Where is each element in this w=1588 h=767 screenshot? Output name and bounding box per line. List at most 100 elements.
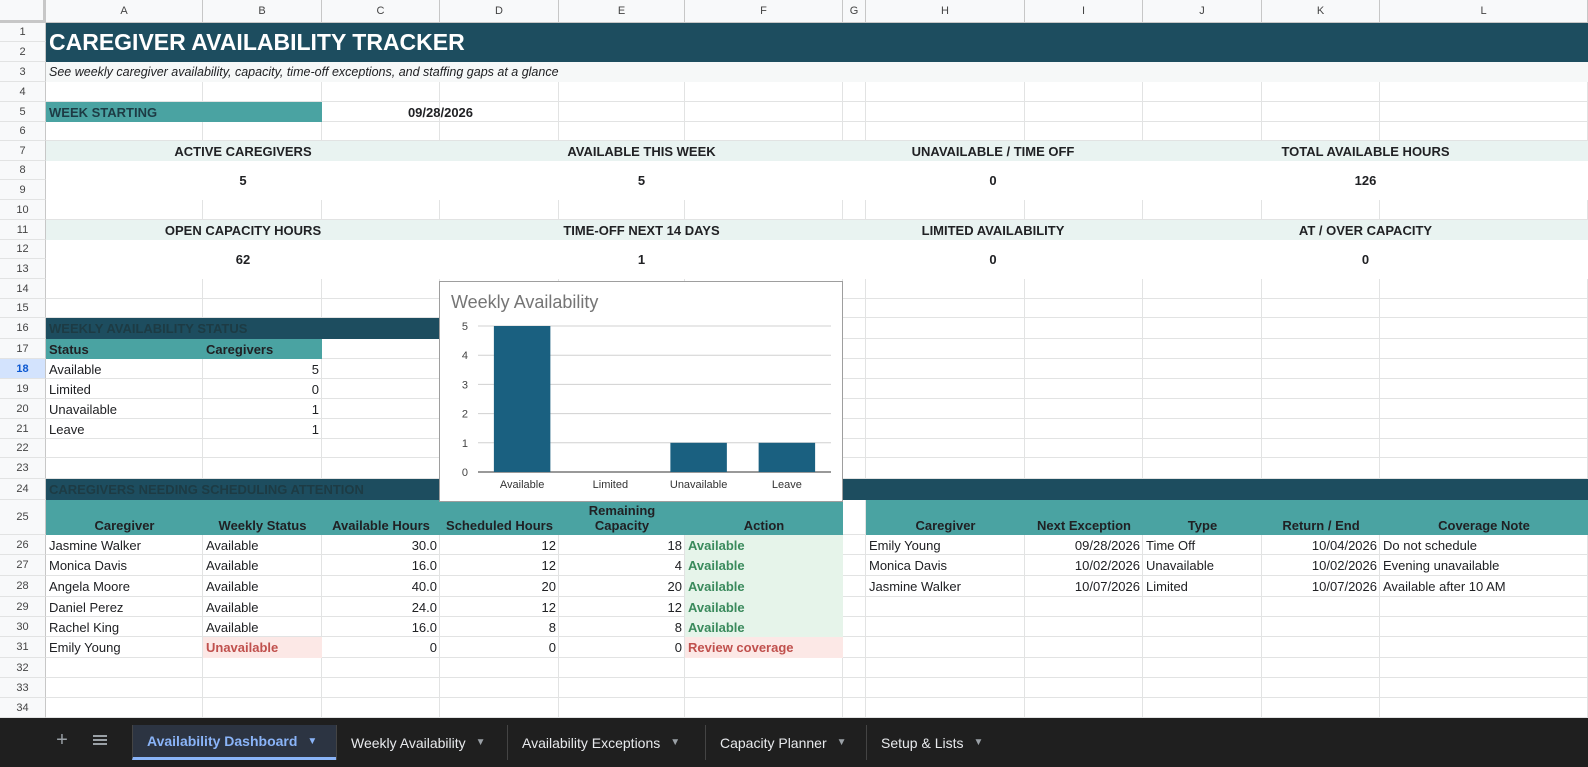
kpi-label[interactable]: UNAVAILABLE / TIME OFF xyxy=(843,141,1143,161)
row-header-20[interactable]: 20 xyxy=(0,399,46,419)
caregiver-name[interactable]: Angela Moore xyxy=(46,576,203,597)
scheduled-hours[interactable]: 8 xyxy=(440,617,559,637)
row-header-23[interactable]: 23 xyxy=(0,458,46,479)
row-header-21[interactable]: 21 xyxy=(0,419,46,439)
status-name[interactable]: Unavailable xyxy=(46,399,203,419)
row-header-22[interactable]: 22 xyxy=(0,439,46,458)
exception-header[interactable]: Type xyxy=(1143,500,1262,535)
scheduled-hours[interactable]: 12 xyxy=(440,597,559,617)
status-count[interactable]: 5 xyxy=(203,359,322,379)
remaining-capacity[interactable]: 8 xyxy=(559,617,685,637)
weekly-status[interactable]: Available xyxy=(203,555,322,576)
caret-down-icon[interactable]: ▼ xyxy=(476,737,486,748)
available-hours[interactable]: 24.0 xyxy=(322,597,440,617)
action-status[interactable]: Available xyxy=(685,617,843,637)
attention-header[interactable]: Action xyxy=(685,500,843,535)
select-all-corner[interactable] xyxy=(0,0,46,23)
kpi-value[interactable]: 5 xyxy=(46,161,440,200)
coverage-note[interactable]: Do not schedule xyxy=(1380,535,1588,555)
kpi-label[interactable]: AVAILABLE THIS WEEK xyxy=(440,141,843,161)
scheduled-hours[interactable]: 12 xyxy=(440,555,559,576)
remaining-capacity[interactable]: 4 xyxy=(559,555,685,576)
available-hours[interactable]: 30.0 xyxy=(322,535,440,555)
caregiver-name[interactable]: Monica Davis xyxy=(46,555,203,576)
row-header-18[interactable]: 18 xyxy=(0,359,46,379)
column-header-k[interactable]: K xyxy=(1262,0,1380,23)
exception-type[interactable]: Time Off xyxy=(1143,535,1262,555)
weekly-status[interactable]: Available xyxy=(203,617,322,637)
exception-type[interactable]: Unavailable xyxy=(1143,555,1262,576)
caret-down-icon[interactable]: ▼ xyxy=(837,737,847,748)
page-subtitle[interactable]: See weekly caregiver availability, capac… xyxy=(46,62,1588,82)
available-hours[interactable]: 16.0 xyxy=(322,555,440,576)
kpi-value[interactable]: 1 xyxy=(440,240,843,279)
status-count[interactable]: 0 xyxy=(203,379,322,399)
row-header-34[interactable]: 34 xyxy=(0,698,46,718)
exception-header[interactable]: Caregiver xyxy=(866,500,1025,535)
column-header-b[interactable]: B xyxy=(203,0,322,23)
row-header-6[interactable]: 6 xyxy=(0,122,46,141)
kpi-label[interactable]: ACTIVE CAREGIVERS xyxy=(46,141,440,161)
caret-down-icon[interactable]: ▼ xyxy=(974,737,984,748)
caregiver-name[interactable]: Rachel King xyxy=(46,617,203,637)
exception-end[interactable]: 10/07/2026 xyxy=(1262,576,1380,597)
action-status[interactable]: Available xyxy=(685,576,843,597)
weekly-status[interactable]: Available xyxy=(203,597,322,617)
weekly-status[interactable]: Available xyxy=(203,576,322,597)
kpi-label[interactable]: TOTAL AVAILABLE HOURS xyxy=(1143,141,1588,161)
column-header-a[interactable]: A xyxy=(46,0,203,23)
exception-caregiver[interactable]: Jasmine Walker xyxy=(866,576,1025,597)
week-starting-label[interactable]: WEEK STARTING xyxy=(46,102,322,122)
exception-date[interactable]: 10/02/2026 xyxy=(1025,555,1143,576)
row-header-13[interactable]: 13 xyxy=(0,259,46,279)
row-header-5[interactable]: 5 xyxy=(0,102,46,122)
sheet-tab-capacity-planner[interactable]: Capacity Planner ▼ xyxy=(705,725,866,760)
spreadsheet-grid[interactable]: CAREGIVER AVAILABILITY TRACKER See weekly… xyxy=(0,0,1588,718)
column-header-e[interactable]: E xyxy=(559,0,685,23)
status-name[interactable]: Leave xyxy=(46,419,203,439)
row-header-16[interactable]: 16 xyxy=(0,318,46,339)
exception-end[interactable]: 10/04/2026 xyxy=(1262,535,1380,555)
action-status[interactable]: Review coverage xyxy=(685,637,843,658)
attention-header[interactable]: Remaining Capacity xyxy=(559,500,685,535)
row-header-31[interactable]: 31 xyxy=(0,637,46,658)
status-header[interactable]: Status xyxy=(46,339,203,359)
sheet-tab-availability-exceptions[interactable]: Availability Exceptions ▼ xyxy=(507,725,705,760)
row-header-3[interactable]: 3 xyxy=(0,62,46,82)
remaining-capacity[interactable]: 18 xyxy=(559,535,685,555)
scheduled-hours[interactable]: 0 xyxy=(440,637,559,658)
kpi-value[interactable]: 62 xyxy=(46,240,440,279)
action-status[interactable]: Available xyxy=(685,597,843,617)
status-name[interactable]: Limited xyxy=(46,379,203,399)
kpi-label[interactable]: LIMITED AVAILABILITY xyxy=(843,220,1143,240)
sheet-tab-setup-lists[interactable]: Setup & Lists ▼ xyxy=(866,725,1002,760)
row-header-33[interactable]: 33 xyxy=(0,678,46,698)
scheduled-hours[interactable]: 12 xyxy=(440,535,559,555)
status-count[interactable]: 1 xyxy=(203,399,322,419)
kpi-value[interactable]: 126 xyxy=(1143,161,1588,200)
kpi-value[interactable]: 0 xyxy=(1143,240,1588,279)
exception-header[interactable]: Coverage Note xyxy=(1380,500,1588,535)
sheet-tab-weekly-availability[interactable]: Weekly Availability ▼ xyxy=(336,725,507,760)
week-starting-value[interactable]: 09/28/2026 xyxy=(322,102,559,122)
remaining-capacity[interactable]: 20 xyxy=(559,576,685,597)
row-header-7[interactable]: 7 xyxy=(0,141,46,161)
exception-date[interactable]: 10/07/2026 xyxy=(1025,576,1143,597)
caret-down-icon[interactable]: ▼ xyxy=(670,737,680,748)
row-header-25[interactable]: 25 xyxy=(0,500,46,535)
weekly-status[interactable]: Unavailable xyxy=(203,637,322,658)
coverage-note[interactable]: Evening unavailable xyxy=(1380,555,1588,576)
row-header-9[interactable]: 9 xyxy=(0,180,46,200)
page-title[interactable]: CAREGIVER AVAILABILITY TRACKER xyxy=(46,23,1588,62)
column-header-g[interactable]: G xyxy=(843,0,866,23)
column-header-d[interactable]: D xyxy=(440,0,559,23)
row-header-1[interactable]: 1 xyxy=(0,23,46,42)
kpi-label[interactable]: AT / OVER CAPACITY xyxy=(1143,220,1588,240)
exception-header[interactable]: Return / End xyxy=(1262,500,1380,535)
caret-down-icon[interactable]: ▼ xyxy=(307,736,317,747)
column-header-c[interactable]: C xyxy=(322,0,440,23)
weekly-availability-chart[interactable]: Weekly Availability 0 1 2 3 4 5 Available Limite… xyxy=(439,281,843,502)
kpi-label[interactable]: TIME-OFF NEXT 14 DAYS xyxy=(440,220,843,240)
scheduled-hours[interactable]: 20 xyxy=(440,576,559,597)
available-hours[interactable]: 16.0 xyxy=(322,617,440,637)
